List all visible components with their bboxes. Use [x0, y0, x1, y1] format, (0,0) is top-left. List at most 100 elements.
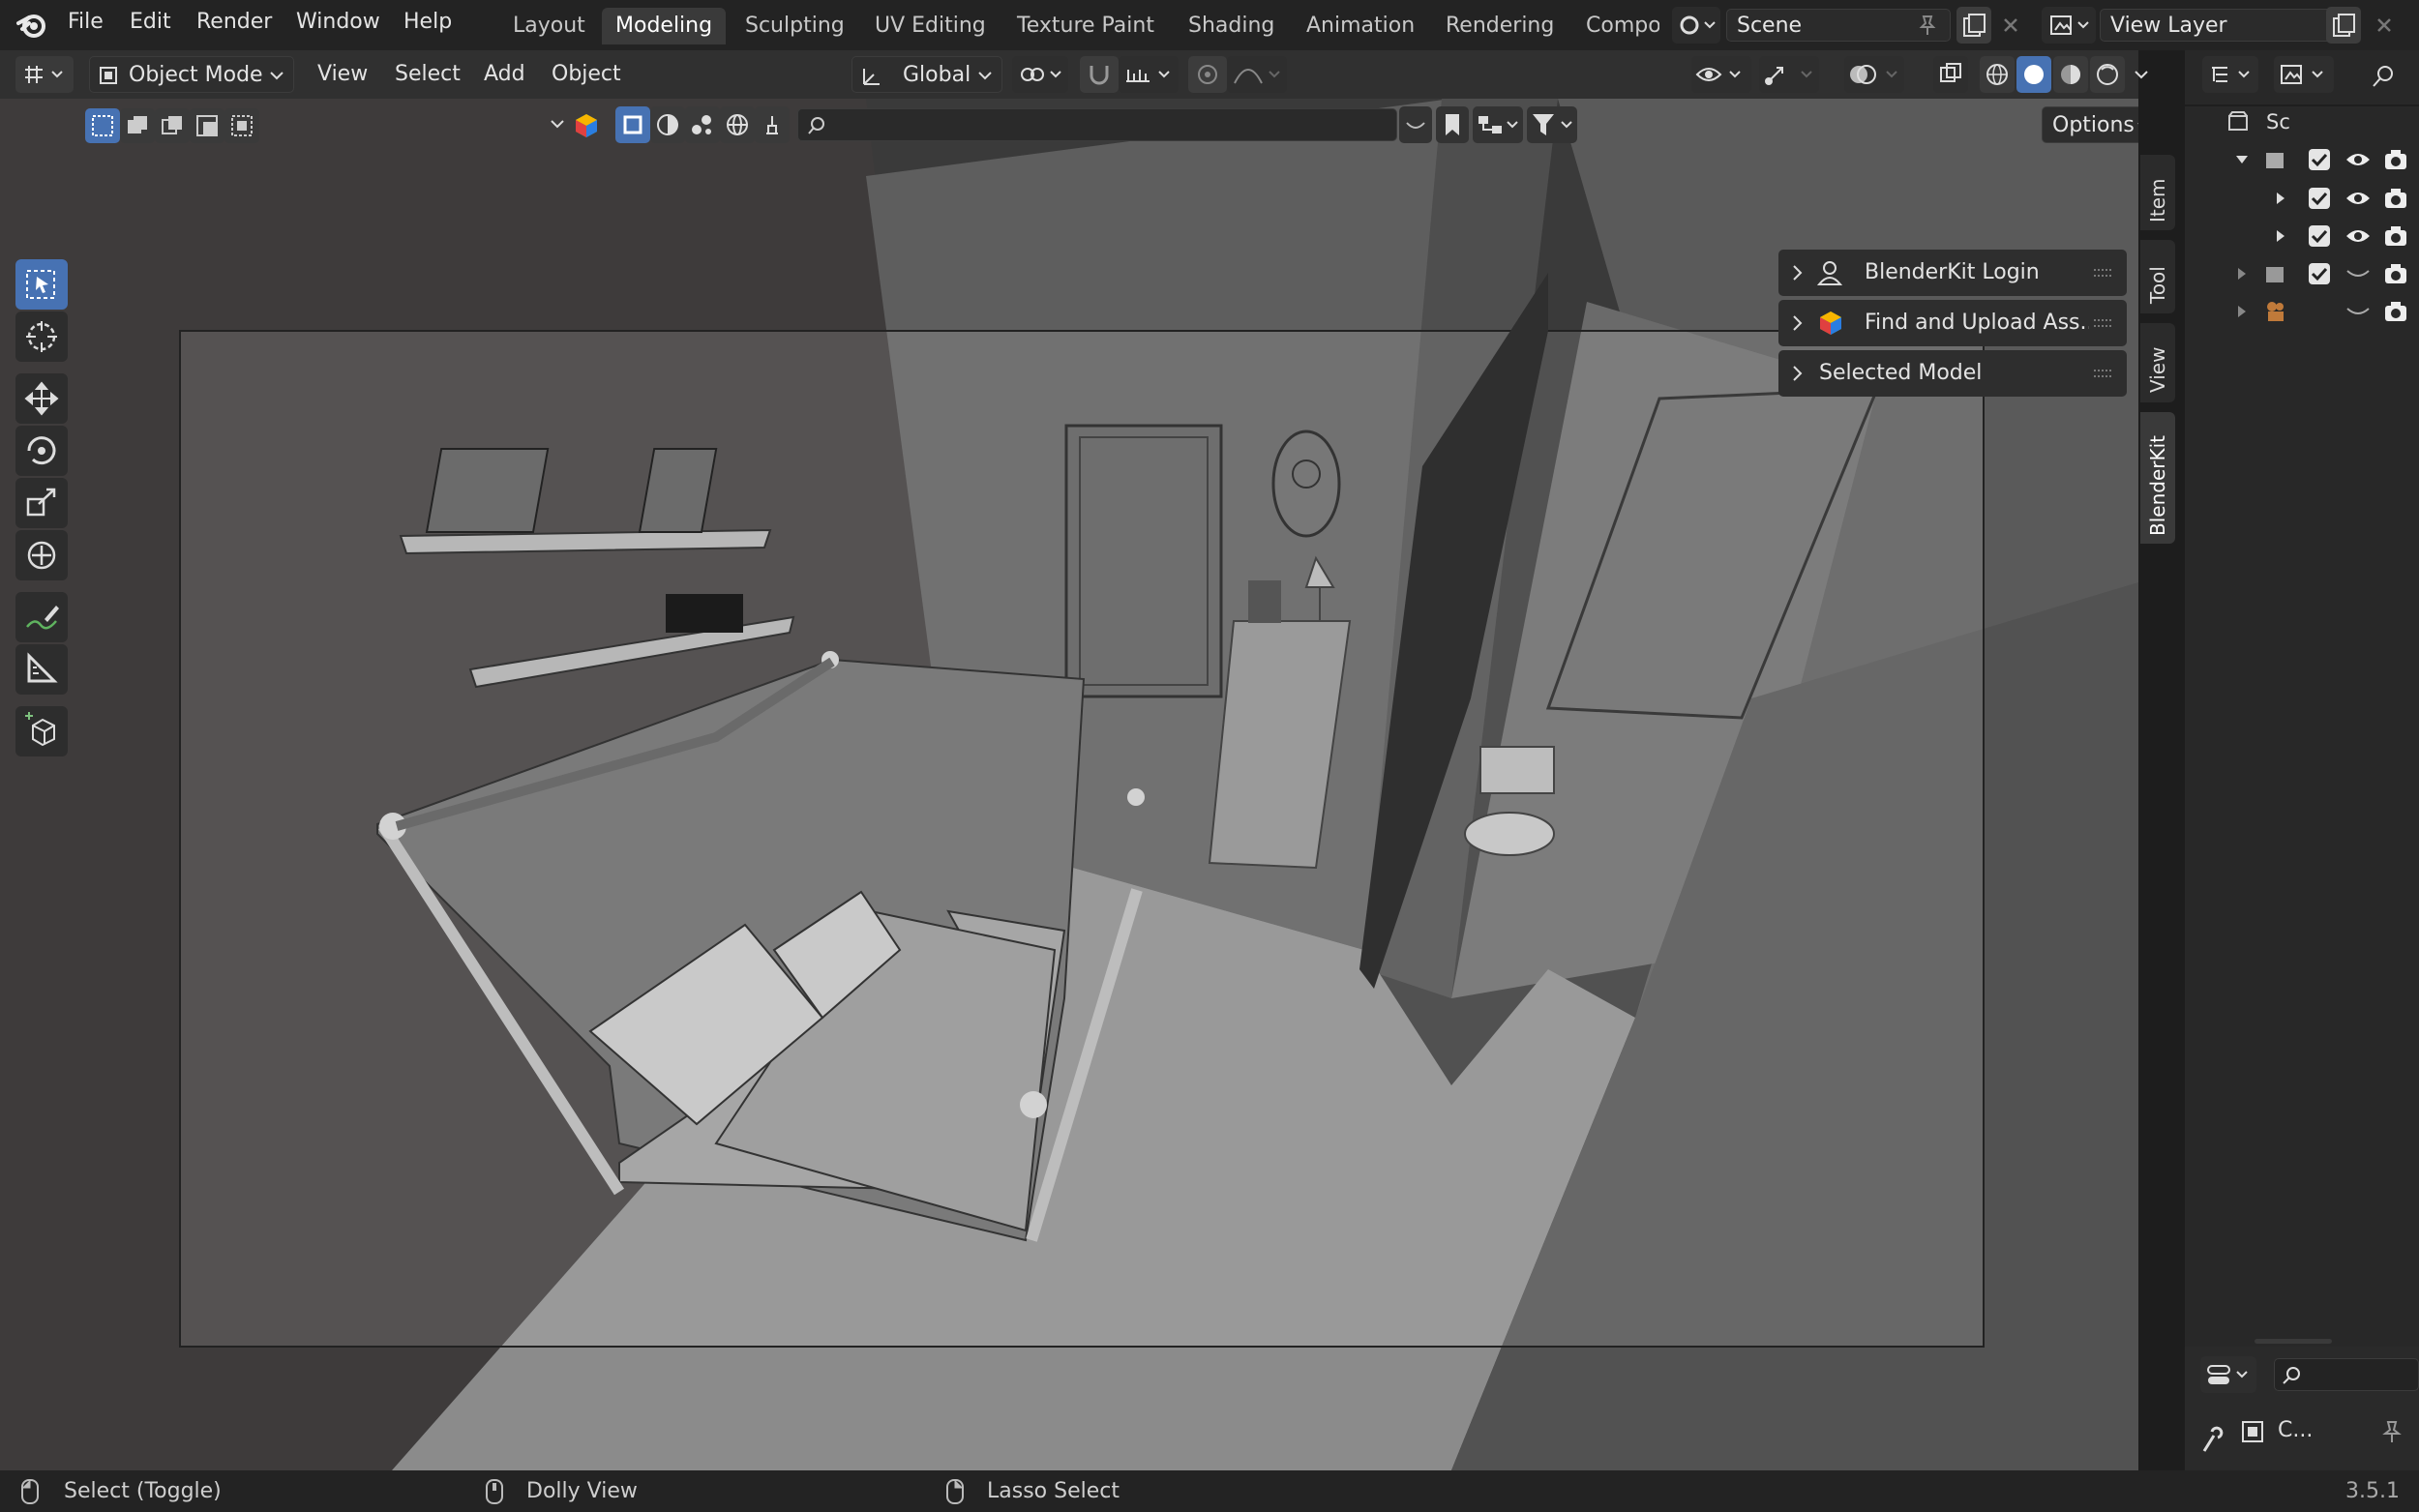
cursor-tool[interactable] — [15, 311, 68, 362]
bk-models-button[interactable] — [615, 106, 650, 143]
properties-editor-type-button[interactable] — [2200, 1356, 2256, 1393]
scene-collection-label[interactable]: Sc — [2266, 110, 2290, 133]
blenderkit-logo-icon[interactable] — [573, 112, 600, 139]
close-icon[interactable] — [2373, 14, 2396, 37]
menu-object[interactable]: Object — [542, 56, 631, 93]
solid-shading-button[interactable] — [2016, 56, 2051, 93]
view-layer-selector-button[interactable] — [2042, 7, 2096, 44]
camera-icon[interactable] — [2382, 223, 2409, 249]
chevron-down-icon[interactable] — [548, 112, 567, 135]
expand-right-icon[interactable] — [2272, 227, 2289, 245]
proportional-falloff-dropdown[interactable] — [1227, 56, 1287, 93]
outliner-scrollbar[interactable] — [2255, 1339, 2332, 1344]
annotate-tool[interactable] — [15, 592, 68, 642]
new-scene-button[interactable] — [1956, 7, 1991, 44]
editor-type-button[interactable] — [15, 56, 74, 93]
rendered-shading-button[interactable] — [2090, 56, 2125, 93]
menu-help[interactable]: Help — [403, 10, 452, 34]
eye-closed-icon[interactable] — [2344, 261, 2373, 286]
camera-icon[interactable] — [2382, 147, 2409, 172]
selected-model-panel[interactable]: Selected Model — [1778, 350, 2127, 397]
transform-orientation-dropdown[interactable]: Global — [851, 56, 1002, 93]
wireframe-shading-button[interactable] — [1980, 56, 2015, 93]
measure-tool[interactable] — [15, 644, 68, 695]
checkbox-icon[interactable] — [2307, 223, 2332, 249]
camera-icon[interactable] — [2382, 299, 2409, 324]
tab-sculpting[interactable]: Sculpting — [732, 8, 858, 44]
menu-file[interactable]: File — [68, 10, 104, 34]
checkbox-icon[interactable] — [2307, 261, 2332, 286]
eye-icon[interactable] — [2344, 186, 2373, 211]
overlays-dropdown[interactable] — [1844, 56, 1904, 93]
search-icon[interactable] — [2369, 62, 2398, 91]
pivot-point-dropdown[interactable] — [1012, 56, 1068, 93]
tab-view[interactable]: View — [2140, 323, 2175, 402]
tab-tool[interactable]: Tool — [2140, 240, 2175, 313]
transform-tool[interactable] — [15, 530, 68, 580]
menu-view[interactable]: View — [308, 56, 377, 93]
tab-uv-editing[interactable]: UV Editing — [861, 8, 1000, 44]
scene-selector-button[interactable] — [1672, 7, 1720, 44]
blender-logo-icon[interactable] — [15, 10, 48, 41]
drag-handle-icon[interactable] — [2092, 317, 2115, 329]
close-icon[interactable] — [1999, 14, 2022, 37]
bk-materials-button[interactable] — [650, 106, 685, 143]
properties-search-input[interactable] — [2274, 1358, 2419, 1391]
select-subtract-button[interactable] — [155, 108, 190, 143]
menu-window[interactable]: Window — [296, 10, 380, 34]
material-shading-button[interactable] — [2053, 56, 2088, 93]
bookmark-button[interactable] — [1436, 106, 1469, 143]
bk-brushes-button[interactable] — [685, 106, 720, 143]
select-extend-button[interactable] — [120, 108, 155, 143]
pin-icon[interactable] — [1916, 14, 1939, 37]
select-box-tool[interactable] — [15, 259, 68, 310]
eye-icon[interactable] — [2344, 147, 2373, 172]
add-cube-tool[interactable] — [15, 706, 68, 756]
blenderkit-search-input[interactable] — [797, 108, 1397, 141]
options-dropdown[interactable]: Options — [2042, 106, 2138, 143]
blenderkit-login-panel[interactable]: BlenderKit Login — [1778, 250, 2127, 296]
eye-closed-icon[interactable] — [2344, 299, 2373, 324]
mode-selector[interactable]: Object Mode — [89, 56, 294, 93]
select-invert-button[interactable] — [190, 108, 224, 143]
scale-tool[interactable] — [15, 478, 68, 528]
proportional-edit-toggle[interactable] — [1188, 56, 1227, 93]
tab-compositing[interactable]: Compo — [1572, 8, 1659, 44]
display-mode-button[interactable] — [2274, 56, 2334, 93]
tab-modeling[interactable]: Modeling — [602, 8, 727, 44]
view-layer-name-field[interactable]: View Layer — [2100, 9, 2332, 42]
tab-rendering[interactable]: Rendering — [1432, 8, 1568, 44]
rotate-tool[interactable] — [15, 426, 68, 476]
camera-icon[interactable] — [2382, 261, 2409, 286]
bk-scenes-button[interactable] — [755, 106, 790, 143]
menu-render[interactable]: Render — [196, 10, 272, 34]
active-object-label[interactable]: C... — [2278, 1418, 2313, 1442]
search-history-button[interactable] — [1399, 106, 1432, 143]
gizmo-dropdown[interactable] — [1759, 56, 1819, 93]
3d-viewport[interactable]: Options BlenderKit Login Find and Upload… — [0, 99, 2138, 1470]
expand-right-icon[interactable] — [2233, 303, 2251, 320]
tab-animation[interactable]: Animation — [1293, 8, 1428, 44]
menu-add[interactable]: Add — [474, 56, 535, 93]
category-button[interactable] — [1473, 106, 1523, 143]
drag-handle-icon[interactable] — [2092, 368, 2115, 379]
tab-item[interactable]: Item — [2140, 155, 2175, 230]
expand-right-icon[interactable] — [2272, 190, 2289, 207]
visibility-dropdown[interactable] — [1691, 56, 1751, 93]
outliner-editor-type-button[interactable] — [2202, 56, 2258, 93]
eye-icon[interactable] — [2344, 223, 2373, 249]
chevron-down-icon[interactable] — [2133, 66, 2150, 83]
tab-blenderkit[interactable]: BlenderKit — [2140, 412, 2175, 544]
select-new-button[interactable] — [85, 108, 120, 143]
new-view-layer-button[interactable] — [2326, 7, 2361, 44]
menu-edit[interactable]: Edit — [130, 10, 171, 34]
move-tool[interactable] — [15, 373, 68, 424]
pin-icon[interactable] — [2378, 1418, 2405, 1445]
drag-handle-icon[interactable] — [2092, 267, 2115, 279]
camera-icon[interactable] — [2382, 186, 2409, 211]
tab-texture-paint[interactable]: Texture Paint — [1003, 8, 1168, 44]
snap-toggle[interactable] — [1080, 56, 1119, 93]
tab-shading[interactable]: Shading — [1175, 8, 1288, 44]
tool-settings-icon[interactable] — [2196, 1422, 2225, 1457]
expand-down-icon[interactable] — [2233, 151, 2251, 168]
